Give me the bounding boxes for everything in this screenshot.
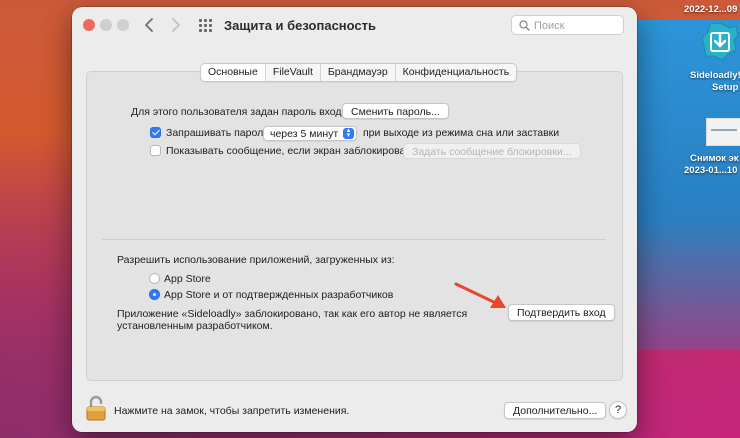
- blocked-app-message-line2: установленным разработчиком.: [117, 320, 273, 332]
- tab-general[interactable]: Основные: [201, 64, 265, 81]
- back-arrow-icon[interactable]: [142, 16, 158, 34]
- show-all-grid-icon[interactable]: [199, 19, 212, 32]
- desktop-screenshot-thumbnail[interactable]: [706, 118, 740, 146]
- desktop-app-name-1: Sideloadly!: [690, 70, 740, 81]
- zoom-window-button[interactable]: [117, 19, 129, 31]
- radio-app-store[interactable]: [149, 273, 160, 284]
- advanced-button[interactable]: Дополнительно...: [504, 402, 607, 419]
- tab-firewall[interactable]: Брандмауэр: [319, 64, 395, 81]
- change-password-button[interactable]: Сменить пароль...: [342, 103, 449, 119]
- search-field[interactable]: Поиск: [511, 15, 624, 35]
- general-tab-panel: Для этого пользователя задан пароль вход…: [86, 71, 623, 381]
- search-placeholder: Поиск: [534, 20, 565, 32]
- require-password-suffix: при выходе из режима сна или заставки: [363, 127, 560, 139]
- set-lock-message-button[interactable]: Задать сообщение блокировки...: [403, 143, 581, 159]
- require-password-checkbox[interactable]: [150, 127, 161, 138]
- require-password-label: Запрашивать пароль: [166, 127, 269, 139]
- allow-apps-heading: Разрешить использование приложений, загр…: [117, 254, 395, 266]
- desktop-screenshot-name-1: Снимок эк: [690, 153, 739, 164]
- tab-filevault[interactable]: FileVault: [264, 64, 320, 81]
- window-title: Защита и безопасность: [224, 18, 377, 33]
- show-message-label: Показывать сообщение, если экран заблоки…: [166, 145, 412, 157]
- search-icon: [519, 20, 530, 31]
- forward-arrow-icon[interactable]: [167, 16, 183, 34]
- minimize-window-button[interactable]: [100, 19, 112, 31]
- require-password-delay-select[interactable]: через 5 минут ▴ ▾: [263, 126, 357, 141]
- desktop-screenshot-name-2: 2023-01...10: [684, 165, 738, 176]
- tab-bar: Основные FileVault Брандмауэр Конфиденциаль…: [200, 63, 518, 82]
- titlebar: Защита и безопасность Поиск: [72, 7, 637, 45]
- annotation-arrow-icon: [454, 282, 506, 308]
- section-divider: [102, 239, 606, 240]
- blocked-app-message-line1: Приложение «Sideloadly» заблокировано, т…: [117, 308, 468, 320]
- radio-app-store-label: App Store: [164, 273, 211, 285]
- desktop-date-label: 2022-12...09: [684, 4, 738, 15]
- security-preferences-window: Защита и безопасность Поиск Для этого по…: [72, 7, 637, 432]
- chevron-updown-icon: ▴ ▾: [343, 127, 354, 139]
- close-window-button[interactable]: [83, 19, 95, 31]
- require-password-delay-value: через 5 минут: [270, 128, 339, 140]
- tab-privacy[interactable]: Конфиденциальность: [394, 64, 517, 81]
- open-anyway-button[interactable]: Подтвердить вход: [508, 304, 615, 321]
- show-message-checkbox[interactable]: [150, 145, 161, 156]
- password-info-text: Для этого пользователя задан пароль вход…: [131, 106, 348, 118]
- help-button[interactable]: ?: [609, 401, 627, 419]
- radio-app-store-identified-label: App Store и от подтвержденных разработчи…: [164, 289, 394, 301]
- radio-app-store-identified[interactable]: [149, 289, 160, 300]
- unlocked-padlock-icon[interactable]: [85, 395, 107, 421]
- desktop-app-name-2: Setup: [712, 82, 739, 93]
- lock-instruction-text: Нажмите на замок, чтобы запретить измене…: [114, 405, 350, 417]
- sideloadly-app-icon[interactable]: [700, 20, 740, 64]
